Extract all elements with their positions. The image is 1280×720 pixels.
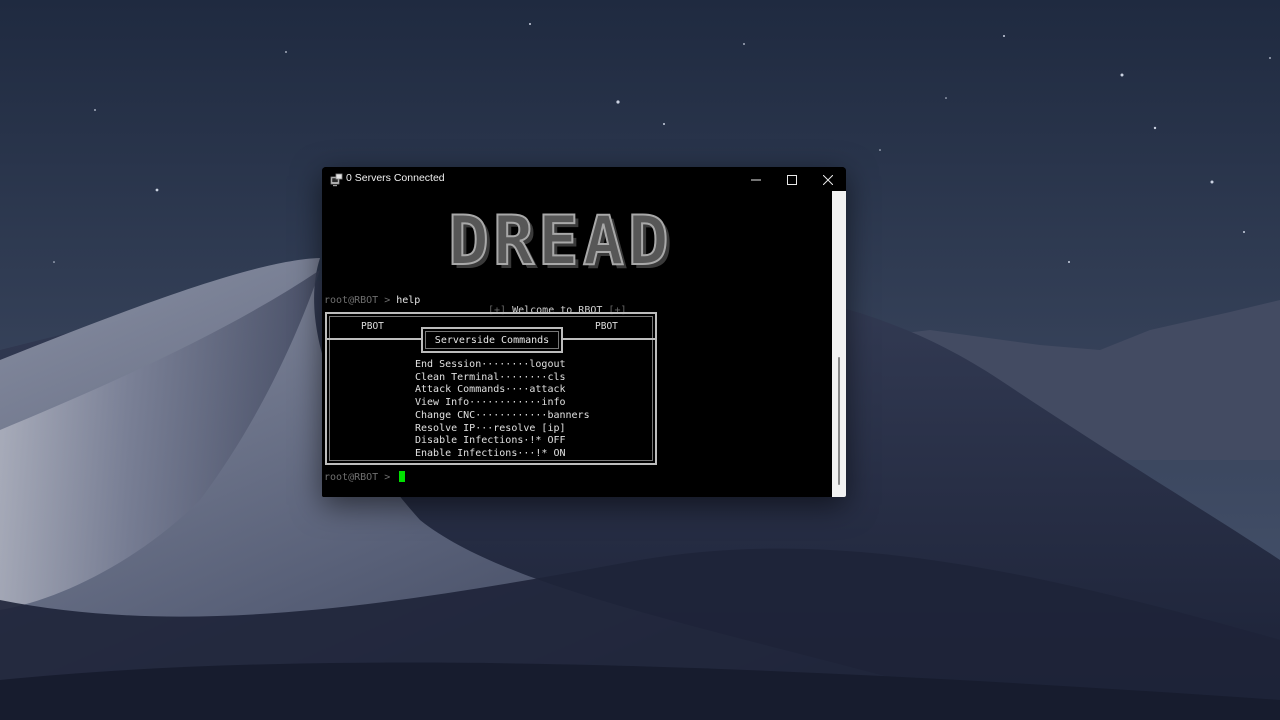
prompt-line-2[interactable]: root@RBOT > [324, 471, 406, 483]
close-icon [822, 170, 834, 189]
minimize-icon [751, 170, 761, 189]
prompt-label-current: root@RBOT > [324, 472, 397, 483]
entered-command: help [396, 295, 421, 306]
scrollbar-thumb[interactable] [838, 357, 840, 485]
help-box: PBOT PBOT Serverside Commands End Sessio… [325, 312, 657, 465]
command-item-clean-terminal: Clean Terminal········cls [415, 371, 566, 383]
terminal-window[interactable]: 0 Servers Connected DREAD [+] Welcome to… [322, 167, 846, 497]
maximize-icon [787, 170, 797, 189]
minimize-button[interactable] [738, 167, 774, 191]
command-item-change-cnc: Change CNC············banners [415, 409, 590, 421]
help-box-title: Serverside Commands [421, 327, 563, 353]
command-item-enable-infections: Enable Infections···!* ON [415, 447, 566, 459]
command-list: End Session········logout Clean Terminal… [415, 359, 590, 461]
vertical-scrollbar[interactable] [832, 191, 846, 497]
close-button[interactable] [810, 167, 846, 191]
title-bar[interactable]: 0 Servers Connected [322, 167, 846, 191]
command-item-resolve-ip: Resolve IP···resolve [ip] [415, 422, 566, 434]
pbot-tag-right: PBOT [595, 321, 618, 332]
command-item-end-session: End Session········logout [415, 359, 566, 370]
prompt-line-1: root@RBOT > help [324, 295, 420, 306]
terminal-output[interactable]: DREAD [+] Welcome to RBOT [+] root@RBOT … [322, 191, 832, 497]
command-item-disable-infections: Disable Infections·!* OFF [415, 435, 566, 447]
text-cursor [399, 471, 406, 482]
command-item-attack-commands: Attack Commands····attack [415, 384, 566, 396]
maximize-button[interactable] [774, 167, 810, 191]
terminal-network-icon [330, 172, 344, 187]
dread-ascii-banner: DREAD [447, 202, 673, 282]
prompt-label: root@RBOT > [324, 295, 397, 306]
pbot-tag-left: PBOT [361, 321, 384, 332]
window-title: 0 Servers Connected [346, 172, 445, 184]
command-item-view-info: View Info············info [415, 397, 566, 409]
help-box-title-text: Serverside Commands [434, 334, 550, 346]
